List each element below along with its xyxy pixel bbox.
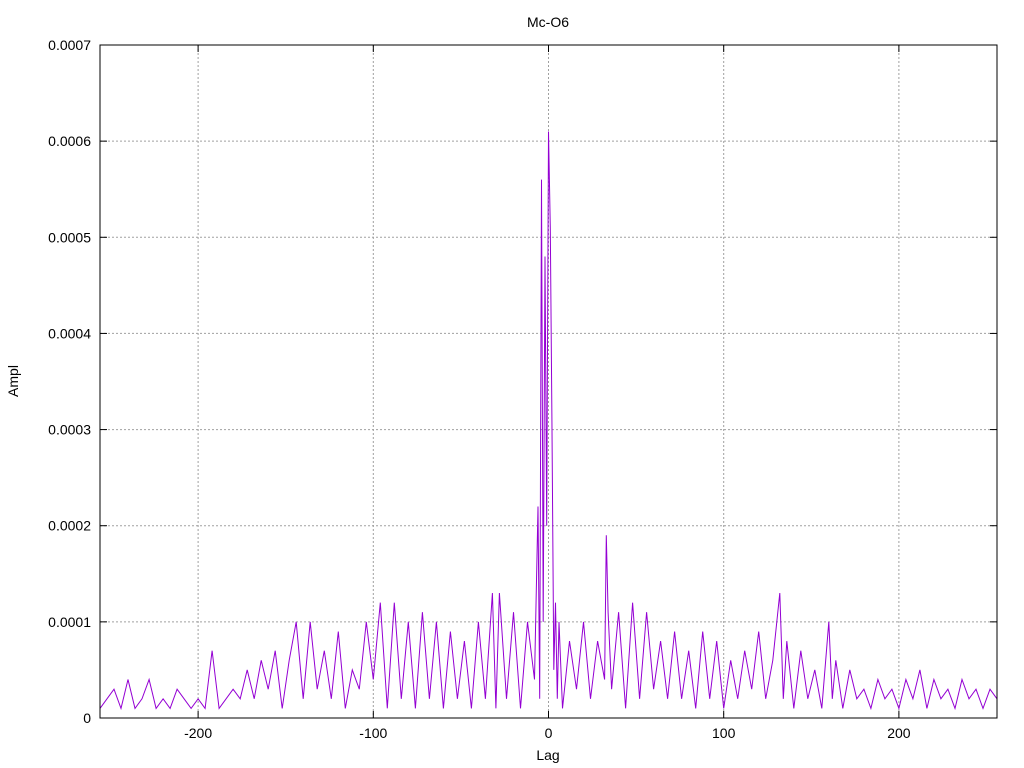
x-axis-label: Lag [536, 747, 559, 763]
y-tick-label: 0 [83, 710, 91, 726]
x-tick-label: -200 [184, 725, 212, 741]
y-tick-label: 0.0007 [48, 37, 91, 53]
line-chart: Mc-O6 -200 -100 0 100 200 0 0.0001 0.0002 0.000… [0, 0, 1024, 768]
x-tick-label: 100 [712, 725, 736, 741]
chart-title: Mc-O6 [527, 14, 569, 30]
x-tick-label: 200 [887, 725, 911, 741]
y-tick-label: 0.0001 [48, 614, 91, 630]
y-tick-label: 0.0002 [48, 518, 91, 534]
x-tick-label: 0 [545, 725, 553, 741]
y-axis-label: Ampl [5, 365, 21, 397]
chart-background [0, 0, 1024, 768]
x-tick-label: -100 [359, 725, 387, 741]
y-tick-label: 0.0005 [48, 229, 91, 245]
y-tick-label: 0.0003 [48, 422, 91, 438]
y-tick-label: 0.0006 [48, 133, 91, 149]
y-tick-label: 0.0004 [48, 325, 91, 341]
